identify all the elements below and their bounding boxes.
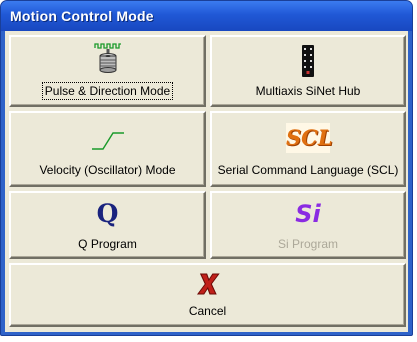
velocity-oscillator-mode-button[interactable]: Velocity (Oscillator) Mode bbox=[9, 111, 206, 187]
pulse-direction-label: Pulse & Direction Mode bbox=[41, 82, 174, 100]
hub-chip-icon bbox=[302, 45, 314, 77]
red-x-icon bbox=[196, 273, 220, 295]
window-title: Motion Control Mode bbox=[10, 8, 154, 24]
si-program-label: Si Program bbox=[277, 237, 339, 251]
multiaxis-sinet-hub-button[interactable]: Multiaxis SiNet Hub bbox=[210, 35, 406, 107]
multiaxis-label: Multiaxis SiNet Hub bbox=[255, 84, 361, 98]
cancel-button[interactable]: Cancel bbox=[9, 263, 406, 327]
cancel-label: Cancel bbox=[188, 304, 227, 318]
ramp-waveform-icon bbox=[91, 132, 124, 150]
dialog-body: Pulse & Direction Mode Multiaxis SiNet H… bbox=[5, 31, 408, 332]
q-logo-text: Q bbox=[96, 199, 119, 228]
title-bar[interactable]: Motion Control Mode bbox=[1, 1, 412, 31]
si-logo-icon: Si bbox=[291, 199, 325, 229]
si-logo-text: Si bbox=[295, 200, 321, 228]
si-program-button[interactable]: Si Si Program bbox=[210, 191, 406, 259]
motion-control-dialog: Motion Control Mode Pulse & Direction Mo… bbox=[0, 0, 413, 336]
scl-logo-icon: SCL bbox=[286, 123, 333, 153]
scl-logo-text: SCL bbox=[286, 125, 333, 150]
serial-command-language-button[interactable]: SCL Serial Command Language (SCL) bbox=[210, 111, 406, 187]
q-program-button[interactable]: Q Q Program bbox=[9, 191, 206, 259]
velocity-label: Velocity (Oscillator) Mode bbox=[39, 163, 176, 177]
stepper-motor-icon bbox=[93, 43, 121, 73]
scl-label: Serial Command Language (SCL) bbox=[217, 163, 399, 177]
q-program-label: Q Program bbox=[78, 237, 137, 251]
pulse-direction-mode-button[interactable]: Pulse & Direction Mode bbox=[9, 35, 206, 107]
q-logo-icon: Q bbox=[94, 200, 122, 228]
